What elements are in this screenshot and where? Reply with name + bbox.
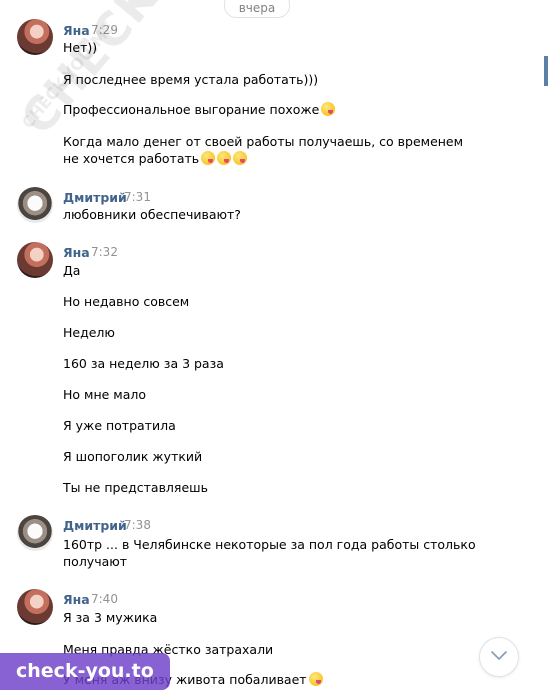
avatar[interactable] (17, 19, 53, 55)
message-time: 7:32 (91, 245, 118, 259)
message-text: Профессиональное выгорание похоже (63, 101, 336, 118)
message-text: Да (63, 263, 81, 278)
message-text: Когда мало денег от своей работы получае… (63, 134, 464, 149)
zany-face-emoji-icon (308, 672, 323, 686)
message-author[interactable]: Дмитрий (63, 518, 127, 533)
message-text: Но недавно совсем (63, 294, 190, 309)
message-text: Я шопоголик жуткий (63, 449, 203, 464)
avatar[interactable] (17, 589, 53, 625)
message-author[interactable]: Яна (63, 592, 90, 607)
message-time: 7:31 (124, 190, 151, 204)
zany-face-emoji-icon (217, 151, 232, 165)
chevron-down-icon (491, 651, 507, 660)
zany-face-emoji-icon (201, 151, 216, 165)
message-text: получают (63, 554, 128, 569)
message-text: Я за 3 мужика (63, 610, 158, 625)
zany-face-emoji-icon (233, 151, 248, 165)
message-text: не хочется работать (63, 150, 248, 167)
message-author[interactable]: Дмитрий (63, 190, 127, 205)
message-text-content: не хочется работать (63, 151, 200, 166)
scrollbar-thumb[interactable] (544, 56, 548, 86)
message-text: 160тр ... в Челябинске некоторые за пол … (63, 537, 476, 552)
avatar[interactable] (17, 242, 53, 278)
scroll-to-bottom-button[interactable] (479, 637, 519, 677)
avatar[interactable] (17, 187, 53, 223)
message-text: Я уже потратила (63, 418, 176, 433)
message-author[interactable]: Яна (63, 245, 90, 260)
message-time: 7:40 (91, 592, 118, 606)
scrollbar[interactable] (528, 0, 548, 696)
message-text: Неделю (63, 325, 115, 340)
zany-face-emoji-icon (321, 102, 336, 116)
date-divider: вчера (224, 0, 290, 18)
avatar[interactable] (17, 515, 53, 551)
brand-watermark: check-you.to (0, 653, 170, 690)
message-text: Ты не представляешь (63, 480, 208, 495)
message-text-content: Профессиональное выгорание похоже (63, 102, 320, 117)
chat-history: вчера Яна 7:29 Нет)) Я последнее время у… (0, 0, 528, 696)
message-text: любовники обеспечивают? (63, 207, 241, 222)
message-time: 7:38 (124, 518, 151, 532)
message-text: 160 за неделю за 3 раза (63, 356, 224, 371)
message-text: Но мне мало (63, 387, 147, 402)
